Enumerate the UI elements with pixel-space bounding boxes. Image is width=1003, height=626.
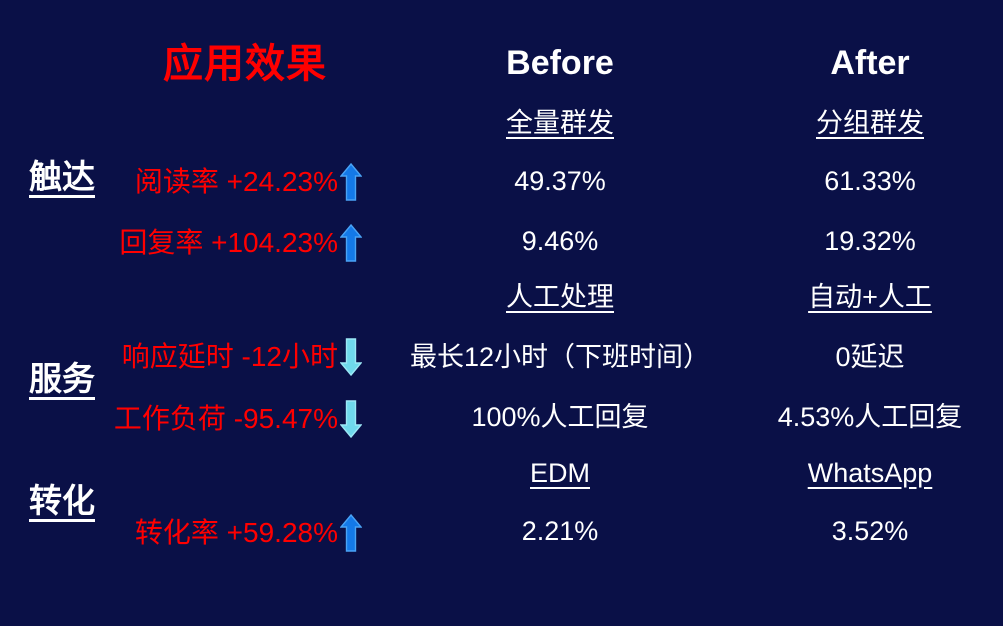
- after-value: 19.32%: [824, 226, 916, 256]
- section-label-conversion: 转化: [29, 482, 95, 519]
- before-value: 49.37%: [514, 166, 606, 196]
- arrow-up-icon: [340, 224, 362, 262]
- after-value: 0延迟: [835, 342, 905, 372]
- metric-label: 回复率 +104.23%: [119, 227, 338, 258]
- metric-label: 工作负荷 -95.47%: [113, 403, 338, 434]
- metric-row: 转化率 +59.28%: [72, 514, 362, 552]
- before-value: 100%人工回复: [471, 402, 649, 432]
- before-subheader-service: 人工处理: [506, 282, 614, 312]
- metric-row: 回复率 +104.23%: [72, 224, 362, 262]
- arrow-down-icon: [340, 400, 362, 438]
- comparison-slide: 应用效果 Before After 全量群发 分组群发 触达 阅读率 +24.2…: [0, 0, 1003, 626]
- before-subheader-conversion: EDM: [530, 458, 590, 488]
- after-value: 3.52%: [831, 516, 909, 546]
- column-header-after: After: [830, 44, 910, 82]
- metric-row: 阅读率 +24.23%: [72, 163, 362, 201]
- metric-row: 响应延时 -12小时: [72, 338, 362, 376]
- after-value: 61.33%: [824, 166, 916, 196]
- metric-label: 响应延时 -12小时: [121, 341, 338, 372]
- column-header-before: Before: [506, 44, 614, 82]
- metric-row: 工作负荷 -95.47%: [72, 400, 362, 438]
- metric-label: 阅读率 +24.23%: [134, 166, 338, 197]
- after-value: 4.53%人工回复: [777, 402, 963, 432]
- after-subheader-reach: 分组群发: [816, 108, 924, 138]
- after-subheader-service: 自动+人工: [808, 282, 932, 312]
- arrow-up-icon: [340, 163, 362, 201]
- metric-label: 转化率 +59.28%: [134, 517, 338, 548]
- arrow-down-icon: [340, 338, 362, 376]
- arrow-up-icon: [340, 514, 362, 552]
- page-title: 应用效果: [163, 42, 327, 86]
- before-value: 最长12小时（下班时间）: [409, 342, 711, 372]
- before-value: 9.46%: [521, 226, 599, 256]
- before-value: 2.21%: [521, 516, 599, 546]
- after-subheader-conversion: WhatsApp: [807, 458, 933, 488]
- before-subheader-reach: 全量群发: [506, 108, 614, 138]
